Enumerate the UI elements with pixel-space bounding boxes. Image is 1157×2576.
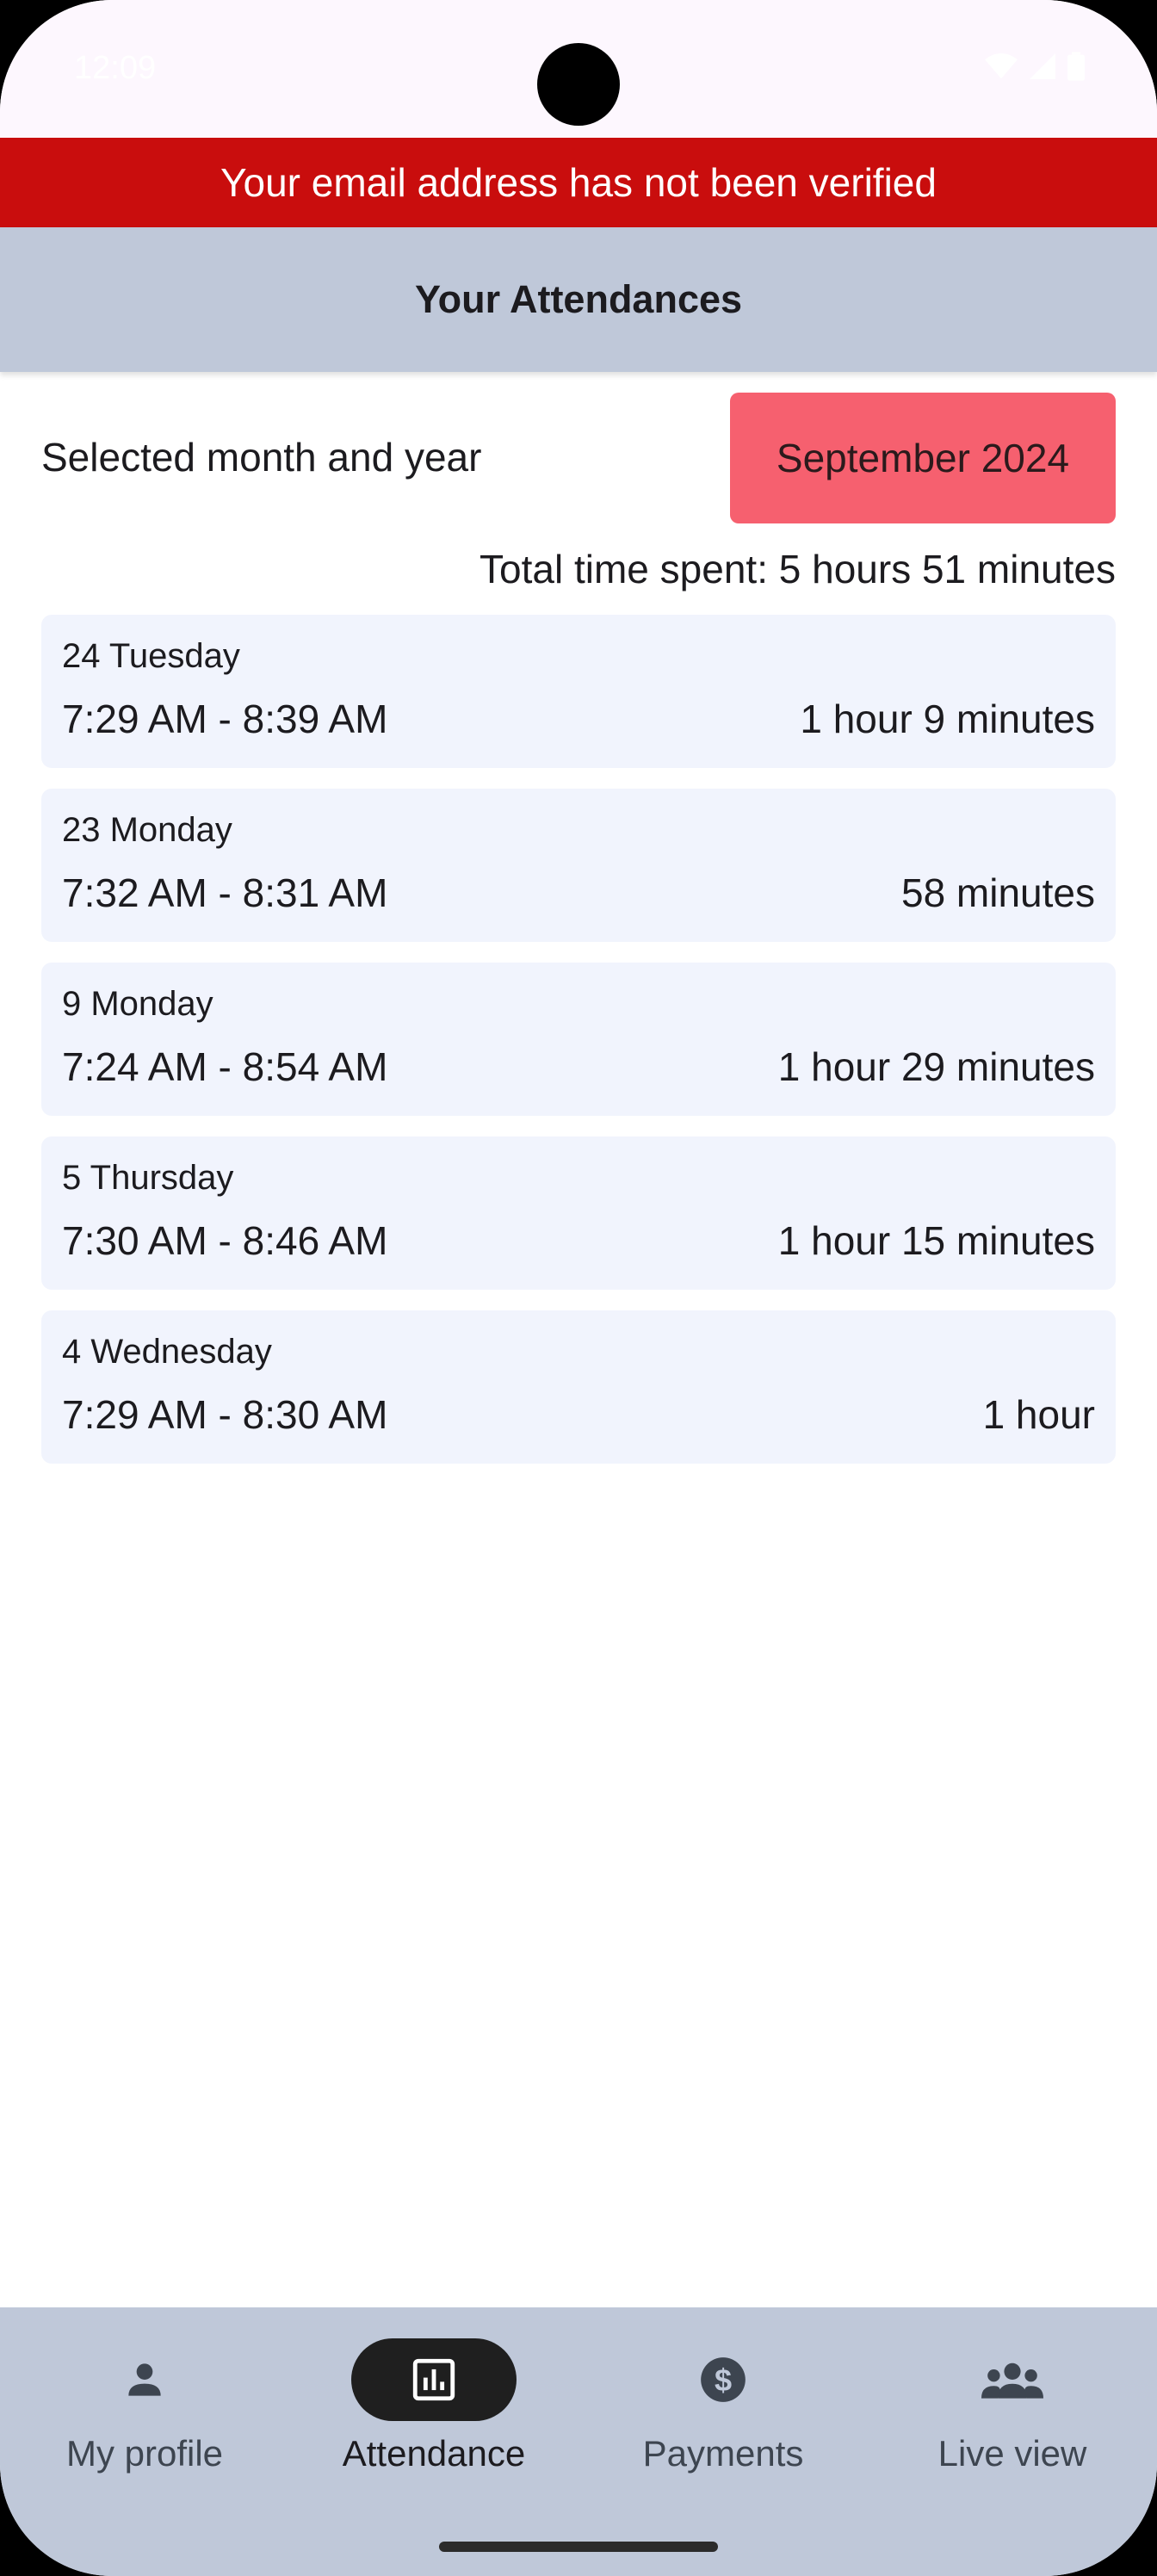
nav-icon-container [351,2338,517,2421]
nav-icon-container [930,2338,1095,2421]
month-selector-label: Selected month and year [41,435,482,480]
total-time-spent: Total time spent: 5 hours 51 minutes [480,547,1116,591]
phone-screen: 12:09 Your email address has not been ve… [0,0,1157,2576]
attendance-day: 24 Tuesday [62,637,240,675]
top-app-bar: Your Attendances [0,227,1157,372]
nav-label: Live view [937,2433,1087,2474]
person-icon [128,2363,161,2396]
attendance-time-range: 7:29 AM - 8:39 AM [62,697,388,741]
home-indicator[interactable] [439,2542,718,2552]
attendance-day: 9 Monday [62,985,213,1023]
wifi-icon [985,53,1018,79]
attendance-item[interactable]: 9 Monday 7:24 AM - 8:54 AM 1 hour 29 min… [41,963,1116,1116]
attendance-duration: 1 hour 9 minutes [800,697,1095,741]
nav-label: Attendance [342,2433,526,2474]
attendance-item[interactable]: 23 Monday 7:32 AM - 8:31 AM 58 minutes [41,789,1116,942]
attendance-time-range: 7:24 AM - 8:54 AM [62,1044,388,1089]
page-title: Your Attendances [414,277,743,321]
dollar-circle-icon: $ [701,2357,746,2402]
nav-icon-container: $ [640,2338,806,2421]
attendance-duration: 1 hour [982,1392,1095,1437]
attendance-time-range: 7:29 AM - 8:30 AM [62,1392,388,1437]
attendance-duration: 58 minutes [900,870,1095,915]
nav-icon-container [62,2338,227,2421]
camera-cutout [537,43,620,126]
status-icons [985,52,1085,81]
nav-label: My profile [65,2433,224,2474]
group-icon [981,2362,1043,2399]
attendance-duration: 1 hour 15 minutes [777,1218,1095,1263]
attendance-day: 4 Wednesday [62,1333,272,1371]
nav-item-my-profile[interactable]: My profile [0,2338,289,2511]
attendance-item[interactable]: 24 Tuesday 7:29 AM - 8:39 AM 1 hour 9 mi… [41,615,1116,768]
email-verification-banner: Your email address has not been verified [0,138,1157,227]
bottom-navigation: My profile Attendance $ Payments Live vi… [0,2307,1157,2576]
status-time: 12:09 [74,50,157,86]
attendance-item[interactable]: 5 Thursday 7:30 AM - 8:46 AM 1 hour 15 m… [41,1136,1116,1290]
attendance-list: 24 Tuesday 7:29 AM - 8:39 AM 1 hour 9 mi… [41,615,1116,1484]
nav-label: Payments [642,2433,804,2474]
attendance-time-range: 7:30 AM - 8:46 AM [62,1218,388,1263]
attendance-duration: 1 hour 29 minutes [777,1044,1095,1089]
nav-item-attendance[interactable]: Attendance [289,2338,578,2511]
signal-icon [1030,53,1055,79]
attendance-time-range: 7:32 AM - 8:31 AM [62,870,388,915]
attendance-day: 23 Monday [62,811,232,849]
month-year-picker-button[interactable]: September 2024 [730,393,1116,523]
nav-item-payments[interactable]: $ Payments [578,2338,868,2511]
banner-text: Your email address has not been verified [220,160,937,205]
bar-chart-icon [412,2358,455,2401]
battery-icon [1067,52,1085,81]
nav-item-live-view[interactable]: Live view [868,2338,1157,2511]
svg-text:$: $ [715,2362,732,2398]
attendance-item[interactable]: 4 Wednesday 7:29 AM - 8:30 AM 1 hour [41,1310,1116,1464]
status-bar: 12:09 [0,0,1157,138]
attendance-day: 5 Thursday [62,1159,234,1197]
